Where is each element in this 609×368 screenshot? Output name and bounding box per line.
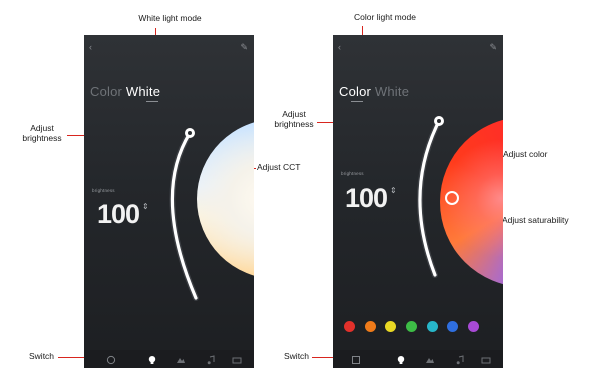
annotation-adjust-color: Adjust color <box>503 149 548 159</box>
music-icon[interactable] <box>206 355 216 365</box>
brightness-caption: brightness <box>341 171 364 176</box>
bottom-toolbar <box>84 350 254 368</box>
phone-screen-white-mode: ‹ ✎ Color White brightness 100 ⇕ <box>84 35 254 368</box>
annotation-switch-left: Switch <box>29 351 55 361</box>
annotation-color-light-mode: Color light mode <box>354 12 416 22</box>
annotation-white-light-mode: White light mode <box>138 13 202 23</box>
brightness-value: 100 <box>345 183 388 213</box>
bottom-toolbar <box>333 350 503 368</box>
power-icon[interactable] <box>106 355 116 365</box>
music-icon[interactable] <box>455 355 465 365</box>
brightness-handle-center <box>437 119 441 123</box>
scene-icon[interactable] <box>425 355 435 365</box>
annotation-adjust-brightness-right: Adjust brightness <box>266 109 322 130</box>
timer-icon[interactable] <box>232 355 242 365</box>
updown-arrow-icon[interactable]: ⇕ <box>390 186 397 195</box>
annotation-text-line: brightness <box>22 132 62 143</box>
annotation-adjust-cct: Adjust CCT <box>257 162 301 172</box>
bulb-icon[interactable] <box>396 355 406 365</box>
annotation-adjust-brightness-left: Adjust brightness <box>14 123 70 144</box>
updown-arrow-icon[interactable]: ⇕ <box>142 202 149 211</box>
swatch-red[interactable] <box>344 321 355 332</box>
scene-icon[interactable] <box>176 355 186 365</box>
annotation-adjust-saturability: Adjust saturability <box>502 215 569 225</box>
swatch-green[interactable] <box>406 321 417 332</box>
swatch-orange[interactable] <box>365 321 376 332</box>
phone-screen-color-mode: ‹ ✎ Color White brightness 100 ⇕ <box>333 35 503 368</box>
brightness-caption: brightness <box>92 188 115 193</box>
brightness-handle-center <box>188 131 192 135</box>
swatch-purple[interactable] <box>468 321 479 332</box>
timer-icon[interactable] <box>481 355 491 365</box>
brightness-value: 100 <box>97 199 140 229</box>
swatch-blue[interactable] <box>447 321 458 332</box>
swatch-yellow[interactable] <box>385 321 396 332</box>
swatch-cyan[interactable] <box>427 321 438 332</box>
annotation-switch-right: Switch <box>284 351 310 361</box>
bulb-icon[interactable] <box>147 355 157 365</box>
annotation-text-line: brightness <box>274 118 314 129</box>
power-icon[interactable] <box>351 355 361 365</box>
